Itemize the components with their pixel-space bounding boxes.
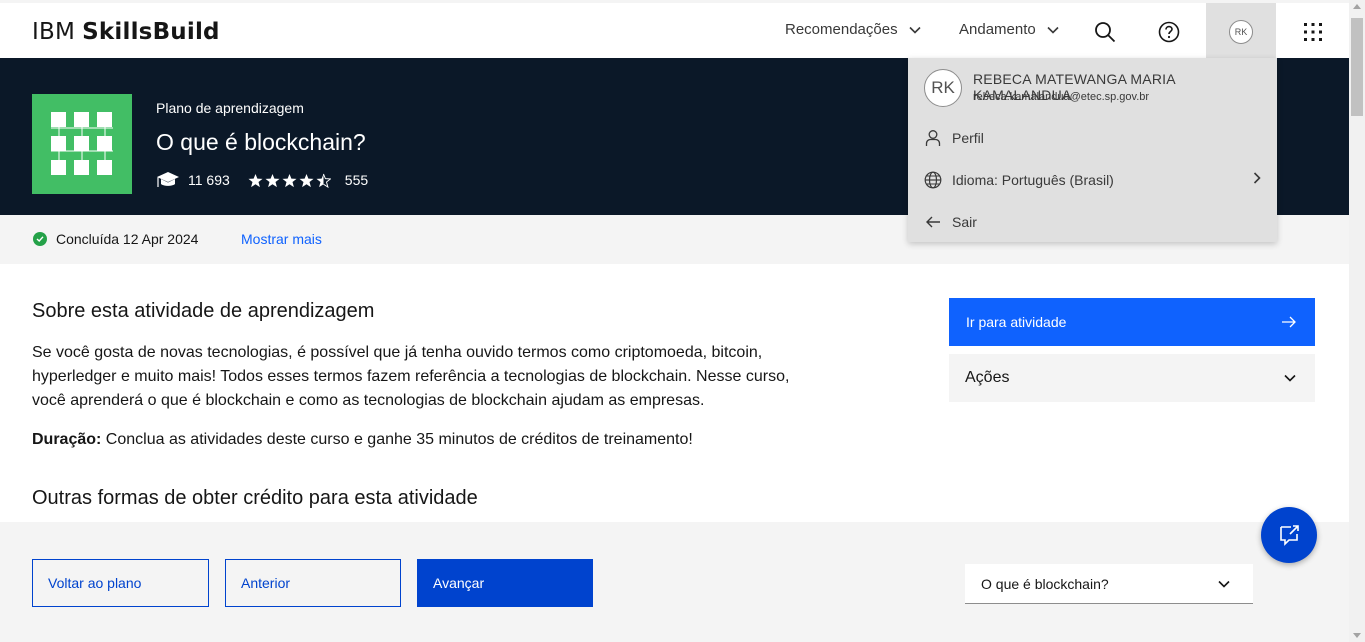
hero-kicker: Plano de aprendizagem xyxy=(156,100,304,116)
menu-item-logout-label: Sair xyxy=(952,214,977,230)
activity-select[interactable]: O que é blockchain? xyxy=(965,564,1253,604)
graduation-cap-icon xyxy=(157,172,179,187)
actions-label: Ações xyxy=(965,369,1010,386)
activity-select-value: O que é blockchain? xyxy=(981,575,1109,592)
menu-item-logout[interactable]: Sair xyxy=(924,210,1264,234)
next-button[interactable]: Avançar xyxy=(417,559,593,607)
course-logo xyxy=(32,94,132,194)
profile-button[interactable]: RK xyxy=(1206,3,1276,61)
previous-button[interactable]: Anterior xyxy=(225,559,401,607)
completion-date: Concluída 12 Apr 2024 xyxy=(56,231,199,247)
chevron-down-icon xyxy=(1047,26,1059,34)
chevron-down-icon xyxy=(1284,374,1296,382)
rating-count: 555 xyxy=(344,172,369,188)
chat-icon xyxy=(1280,525,1299,546)
duration-value: Conclua as atividades deste curso e ganh… xyxy=(101,431,693,448)
scroll-up-arrow[interactable] xyxy=(1353,4,1361,9)
actions-accordion[interactable]: Ações xyxy=(949,354,1315,402)
brand-logo[interactable]: IBM SkillsBuild xyxy=(32,17,220,46)
menu-item-profile[interactable]: Perfil xyxy=(924,126,1264,150)
avatar: RK xyxy=(1229,20,1253,44)
nav-andamento-label: Andamento xyxy=(959,21,1036,38)
duration-label: Duração: xyxy=(32,431,102,448)
user-icon xyxy=(925,130,941,146)
star-icon xyxy=(248,173,263,187)
rating-stars xyxy=(248,173,331,188)
arrow-right-icon xyxy=(1282,316,1296,328)
star-icon xyxy=(282,173,297,187)
profile-menu: RK REBECA MATEWANGA MARIA KAMALANDUA reb… xyxy=(908,58,1277,242)
profile-avatar: RK xyxy=(924,69,962,107)
hero-stats: 11 693 555 xyxy=(156,171,368,189)
chevron-down-icon xyxy=(1218,580,1230,588)
back-to-plan-button[interactable]: Voltar ao plano xyxy=(32,559,209,607)
nav-recomendacoes[interactable]: Recomendações xyxy=(785,21,922,38)
star-icon xyxy=(265,173,280,187)
go-to-activity-label: Ir para atividade xyxy=(966,314,1067,330)
top-navigation: IBM SkillsBuild Recomendações Andamento … xyxy=(0,0,1349,61)
help-icon xyxy=(1158,21,1180,43)
learner-count: 11 693 xyxy=(188,172,230,188)
globe-icon xyxy=(924,171,942,189)
show-more-link[interactable]: Mostrar mais xyxy=(241,231,322,247)
help-button[interactable] xyxy=(1134,3,1204,61)
star-icon xyxy=(299,173,314,187)
chevron-right-icon xyxy=(1253,172,1261,184)
scroll-thumb[interactable] xyxy=(1351,18,1363,116)
search-button[interactable] xyxy=(1070,3,1140,61)
nav-andamento[interactable]: Andamento xyxy=(959,21,1060,38)
blockchain-icon xyxy=(51,112,113,175)
scroll-down-arrow[interactable] xyxy=(1353,633,1361,638)
arrow-left-icon xyxy=(926,216,940,228)
grid-icon xyxy=(1304,23,1322,41)
menu-item-language-label: Idioma: Português (Brasil) xyxy=(952,172,1114,188)
page-scrollbar[interactable] xyxy=(1349,0,1365,642)
profile-email: rebeca.kamalandua@etec.sp.gov.br xyxy=(973,91,1150,103)
go-to-activity-button[interactable]: Ir para atividade xyxy=(949,298,1315,346)
about-heading: Sobre esta atividade de aprendizagem xyxy=(32,300,375,322)
brand-ibm: IBM xyxy=(32,19,76,45)
chat-button[interactable] xyxy=(1261,507,1317,563)
app-switcher-button[interactable] xyxy=(1278,3,1348,61)
search-icon xyxy=(1095,22,1116,43)
nav-recomendacoes-label: Recomendações xyxy=(785,21,898,38)
other-credit-heading: Outras formas de obter crédito para esta… xyxy=(32,487,478,509)
star-half-icon xyxy=(316,173,331,188)
chevron-down-icon xyxy=(909,26,921,34)
checkmark-icon xyxy=(33,232,47,246)
duration-text: Duração: Conclua as atividades deste cur… xyxy=(32,431,693,449)
about-paragraph: Se você gosta de novas tecnologias, é po… xyxy=(32,344,790,409)
footer-navigation: Voltar ao plano Anterior Avançar O que é… xyxy=(0,522,1349,642)
menu-item-profile-label: Perfil xyxy=(952,130,984,146)
menu-item-language[interactable]: Idioma: Português (Brasil) xyxy=(924,168,1264,192)
brand-skillsbuild: SkillsBuild xyxy=(82,19,220,45)
page-title: O que é blockchain? xyxy=(156,129,366,155)
